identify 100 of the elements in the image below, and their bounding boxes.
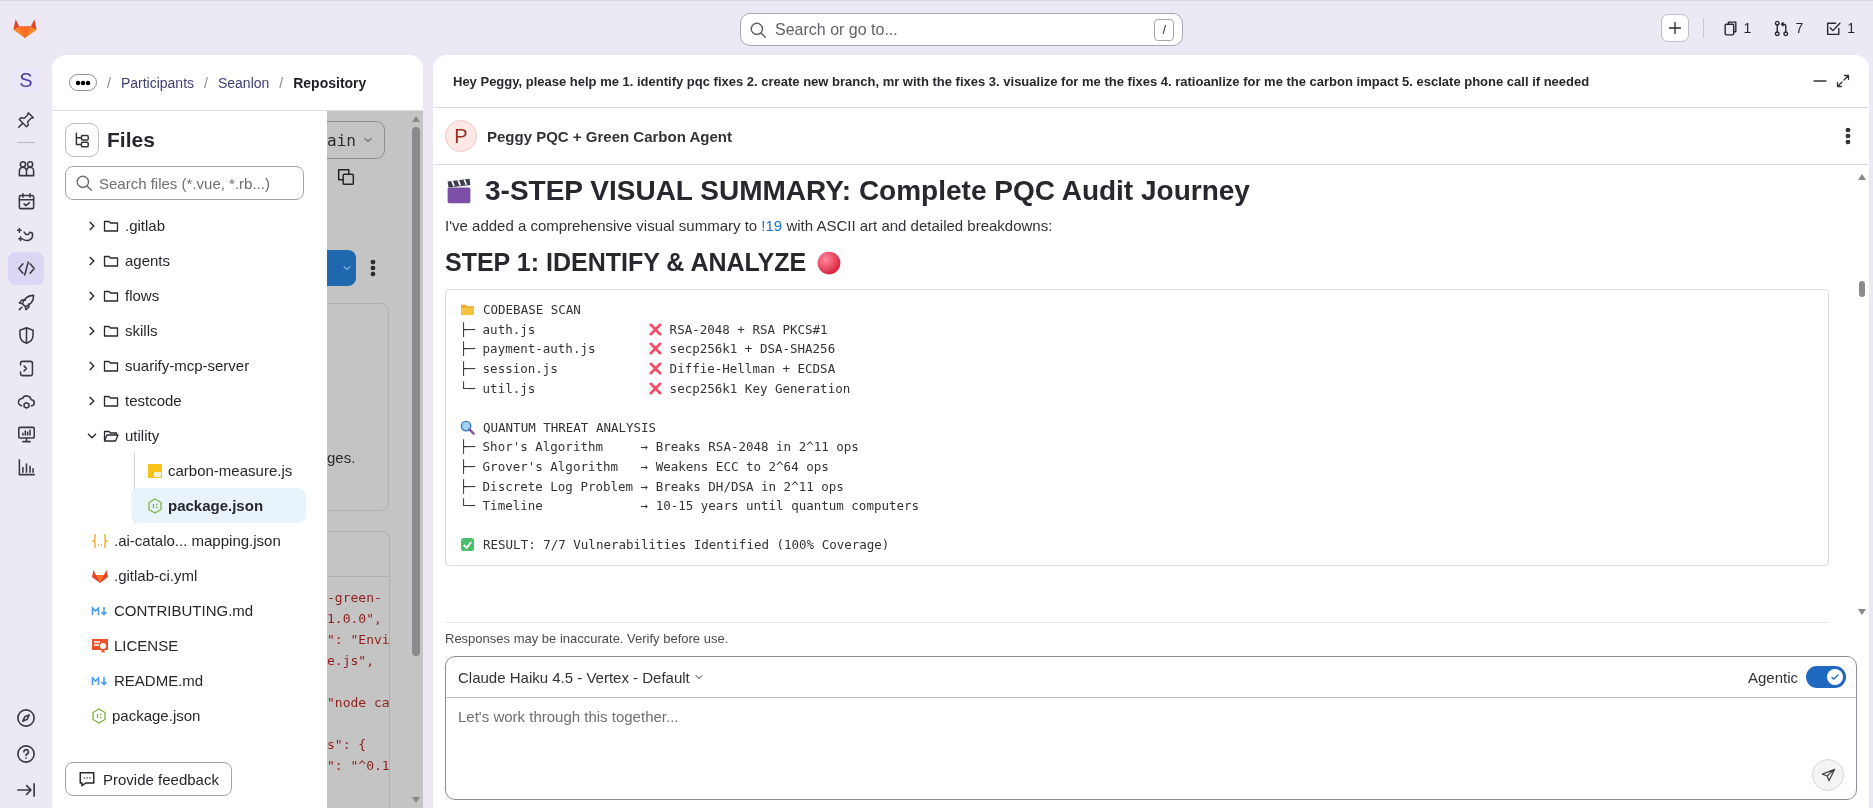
shield-icon bbox=[16, 326, 36, 345]
file-tree-item[interactable]: .gitlab-ci.yml bbox=[65, 558, 306, 593]
file-tree-item[interactable]: LICENSE bbox=[65, 628, 306, 663]
chevron-right-icon[interactable] bbox=[89, 325, 95, 336]
chevron-right-icon[interactable] bbox=[89, 360, 95, 371]
breadcrumb-separator: / bbox=[204, 74, 208, 91]
file-tree-item[interactable]: testcode bbox=[65, 383, 306, 418]
intro-paragraph: I've added a comprehensive visual summary to !19 with ASCII art and detailed breakdowns: bbox=[445, 217, 1054, 234]
search-field[interactable]: Search or go to... / bbox=[740, 13, 1183, 46]
merge-request-icon bbox=[1773, 19, 1791, 37]
more-breadcrumbs-button[interactable] bbox=[69, 74, 97, 91]
folder-icon bbox=[460, 303, 475, 317]
js-file-icon bbox=[147, 462, 163, 479]
branch-dropdown[interactable]: ain bbox=[327, 121, 385, 159]
plus-icon bbox=[1666, 20, 1683, 36]
nav-item[interactable] bbox=[8, 252, 44, 285]
scrollbar-thumb[interactable] bbox=[1859, 281, 1865, 297]
step-heading: STEP 1: IDENTIFY & ANALYZE bbox=[445, 248, 807, 277]
circle-icon bbox=[816, 249, 843, 276]
breadcrumb-separator: / bbox=[107, 74, 111, 91]
search-icon bbox=[749, 20, 767, 39]
scroll-down-icon[interactable] bbox=[1857, 608, 1867, 616]
shortcut-key: / bbox=[1154, 18, 1174, 41]
hexagon-file-icon bbox=[147, 497, 163, 514]
dropdown-button[interactable] bbox=[327, 250, 356, 286]
copy-icon[interactable] bbox=[337, 168, 355, 186]
cross-icon bbox=[648, 342, 662, 356]
magnifier-icon bbox=[460, 419, 475, 435]
counter-button[interactable]: 1 bbox=[1821, 19, 1859, 37]
chevron-down-icon[interactable] bbox=[87, 432, 97, 439]
breadcrumb-link[interactable]: Repository bbox=[293, 74, 367, 91]
algorithm-text: RSA-2048 + RSA PKCS#1 bbox=[669, 321, 828, 337]
agent-name: Peggy PQC + Green Carbon Agent bbox=[487, 127, 733, 145]
code-line: e.js", bbox=[327, 652, 375, 670]
code-line: 1.0.0", bbox=[327, 610, 383, 628]
help-icon[interactable] bbox=[16, 744, 36, 764]
search-icon bbox=[75, 174, 93, 192]
cross-icon bbox=[648, 322, 662, 336]
fox-sparkle-icon bbox=[16, 225, 36, 244]
file-tree-item[interactable]: .gitlab bbox=[65, 208, 306, 243]
chevron-right-icon[interactable] bbox=[89, 395, 95, 406]
counter-button[interactable]: 7 bbox=[1769, 19, 1808, 37]
file-tree-item[interactable]: agents bbox=[65, 243, 306, 278]
file-tree-item[interactable]: flows bbox=[65, 278, 306, 313]
algorithm-text: secp256k1 + DSA-SHA256 bbox=[669, 341, 836, 357]
message-input[interactable]: Let's work through this together... bbox=[446, 698, 1856, 799]
compass-icon[interactable] bbox=[16, 708, 36, 728]
chevron-right-icon[interactable] bbox=[89, 255, 95, 266]
toggle-label: Agentic bbox=[1747, 668, 1798, 686]
file-tree-item[interactable]: README.md bbox=[65, 663, 306, 698]
file-tree-toggle[interactable] bbox=[65, 123, 99, 157]
cross-icon bbox=[648, 362, 662, 376]
breadcrumb-link[interactable]: Seanlon bbox=[217, 74, 270, 91]
project-avatar[interactable]: S bbox=[13, 67, 39, 93]
chevron-right-icon[interactable] bbox=[89, 220, 95, 231]
certificate-icon bbox=[91, 637, 109, 654]
markdown-icon bbox=[91, 604, 109, 617]
file-tree-item[interactable]: suarify-mcp-server bbox=[65, 348, 306, 383]
scrollbar-thumb[interactable] bbox=[412, 127, 420, 656]
fox-logo-icon bbox=[91, 567, 109, 584]
group-icon bbox=[16, 159, 36, 178]
minimize-icon bbox=[1813, 80, 1827, 82]
file-tree-item[interactable]: .ai-catalo... mapping.json bbox=[65, 523, 306, 558]
code-line: s": { bbox=[327, 736, 368, 754]
monitor-icon bbox=[16, 425, 36, 444]
collapse-icon[interactable] bbox=[16, 780, 36, 800]
file-tree-item[interactable]: package.json bbox=[131, 488, 306, 523]
file-tree-item[interactable]: utility bbox=[65, 418, 306, 453]
scroll-up-icon[interactable] bbox=[1857, 173, 1867, 181]
breadcrumb-link[interactable]: Participants bbox=[120, 74, 195, 91]
file-tree-item[interactable]: carbon-measure.js bbox=[131, 453, 306, 488]
send-button[interactable] bbox=[1812, 759, 1844, 791]
algorithm-text: Diffie-Hellman + ECDSA bbox=[669, 361, 836, 377]
code-line: ├─ Discrete Log Problem → Breaks DH/DSA in 2^11 ops bbox=[460, 478, 844, 494]
code-line: ": "Envi bbox=[327, 631, 389, 649]
file-tree-item[interactable]: package.json bbox=[65, 698, 306, 733]
model-dropdown[interactable]: Claude Haiku 4.5 - Vertex - Default bbox=[458, 668, 705, 686]
feedback-button[interactable]: Provide feedback bbox=[65, 762, 232, 796]
file-tree-item[interactable]: skills bbox=[65, 313, 306, 348]
file-search-field[interactable]: Search files (*.vue, *.rb...) bbox=[65, 166, 304, 200]
disclaimer-text: Responses may be inaccurate. Verify before use. bbox=[445, 631, 730, 646]
chat-title: Hey Peggy, please help me 1. identify pqc fixes 2. create new branch, mr with the fixes 3. visualize for me the fixes 4. ratioanlize for me the carbon impact 5. esclate phone call if needed bbox=[453, 73, 1591, 89]
braces-icon bbox=[91, 532, 109, 549]
issues-icon bbox=[1721, 19, 1739, 37]
create-new-button[interactable] bbox=[1660, 14, 1689, 42]
todo-icon bbox=[1825, 19, 1843, 37]
rocket-icon bbox=[16, 293, 36, 312]
file-name: └─ util.js bbox=[460, 380, 537, 396]
file-tree-item[interactable]: CONTRIBUTING.md bbox=[65, 593, 306, 628]
agentic-toggle[interactable] bbox=[1806, 666, 1846, 688]
hexagon-file-icon bbox=[91, 707, 107, 724]
kebab-icon[interactable] bbox=[370, 259, 376, 277]
merge-request-link[interactable]: !19 bbox=[761, 217, 783, 234]
panel-title: Files bbox=[107, 128, 155, 152]
counter-button[interactable]: 1 bbox=[1717, 19, 1756, 37]
chevron-right-icon[interactable] bbox=[89, 290, 95, 301]
code-line: ": "^0.1 bbox=[327, 757, 389, 775]
calendar-icon bbox=[16, 192, 36, 211]
code-line: -green- bbox=[327, 589, 383, 607]
ellipsis-icon bbox=[75, 79, 91, 86]
